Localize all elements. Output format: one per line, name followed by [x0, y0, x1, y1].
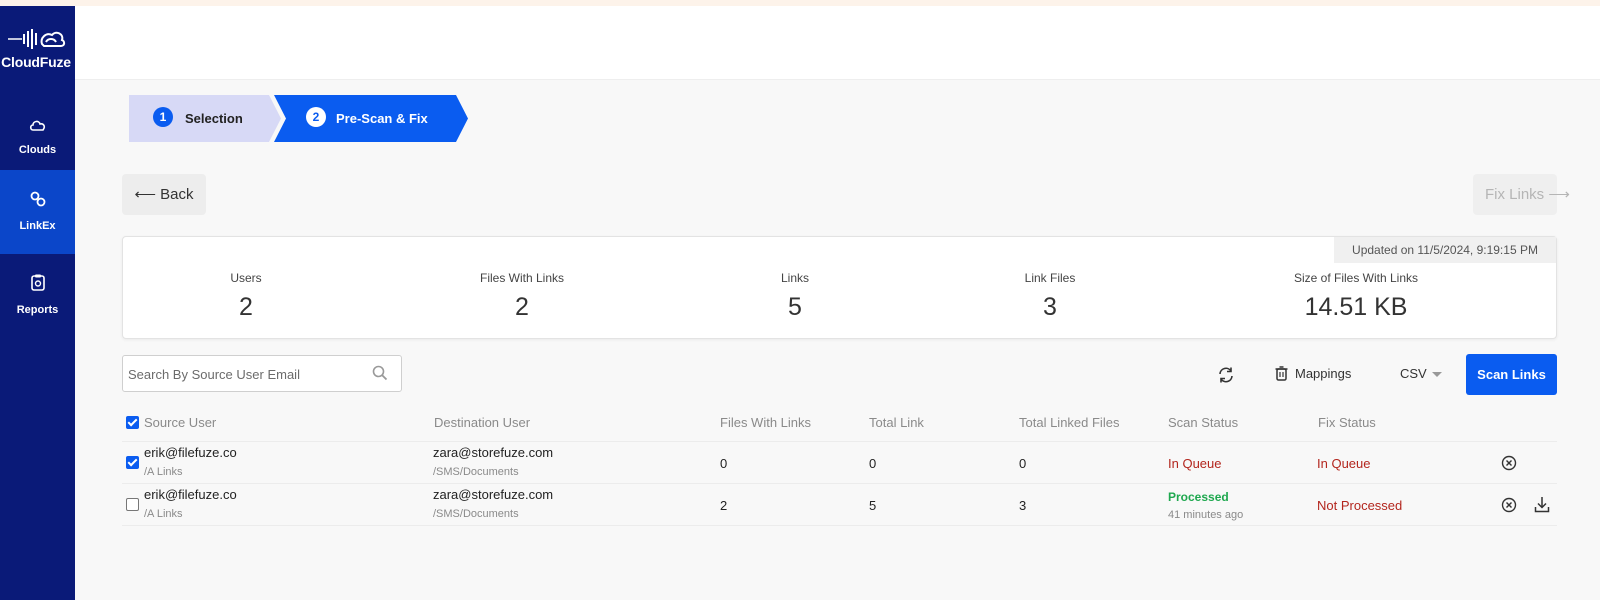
- files-with-links-value: 0: [720, 456, 728, 471]
- total-linked-files-value: 3: [1019, 498, 1027, 513]
- column-header-source-user[interactable]: Source User: [144, 415, 216, 430]
- destination-path: /SMS/Documents: [433, 466, 519, 478]
- search-input[interactable]: [128, 364, 363, 384]
- total-link-value: 5: [869, 498, 877, 513]
- column-header-total-linked-files[interactable]: Total Linked Files: [1019, 415, 1119, 430]
- stat-value: 14.51 KB: [1304, 293, 1408, 321]
- scan-timestamp: 41 minutes ago: [1168, 509, 1244, 521]
- summary-stats-card: Updated on 11/5/2024, 9:19:15 PM Users 2…: [122, 236, 1557, 339]
- link-icon: [0, 190, 75, 213]
- step-number: 1: [153, 107, 173, 127]
- stat-label: Users: [230, 271, 262, 285]
- sidebar-item-label: LinkEx: [19, 220, 56, 232]
- sidebar-item-label: Reports: [16, 304, 59, 316]
- back-button[interactable]: ⟵ Back: [122, 174, 206, 215]
- search-icon[interactable]: [372, 365, 388, 386]
- step-label: Pre-Scan & Fix: [336, 111, 428, 126]
- sidebar-item-clouds[interactable]: Clouds: [0, 94, 75, 178]
- stat-label: Size of Files With Links: [1293, 271, 1419, 285]
- stat-value: 3: [1043, 293, 1057, 321]
- destination-user-email: zara@storefuze.com: [433, 487, 554, 502]
- stat-links: Links 5: [695, 271, 895, 322]
- export-format-select[interactable]: CSV: [1400, 364, 1442, 384]
- column-header-destination-user[interactable]: Destination User: [434, 415, 530, 430]
- divider: [122, 525, 1557, 526]
- download-icon[interactable]: [1534, 496, 1550, 518]
- divider: [122, 483, 1557, 484]
- stat-size-files-with-links: Size of Files With Links 14.51 KB: [1256, 271, 1456, 322]
- column-header-total-link[interactable]: Total Link: [869, 415, 924, 430]
- stat-label: Link Files: [1024, 271, 1076, 285]
- sidebar-item-reports[interactable]: Reports: [0, 254, 75, 338]
- caret-down-icon: [1431, 372, 1442, 378]
- stat-users: Users 2: [146, 271, 346, 322]
- destination-path: /SMS/Documents: [433, 508, 519, 520]
- scan-status-badge: In Queue: [1168, 456, 1222, 471]
- stat-label: Files With Links: [479, 271, 565, 285]
- fix-links-button[interactable]: Fix Links ⟶: [1473, 174, 1570, 215]
- stat-value: 5: [788, 293, 802, 321]
- destination-user-email: zara@storefuze.com: [433, 445, 554, 460]
- mappings-label: Mappings: [1295, 366, 1352, 381]
- sidebar-item-label: Clouds: [18, 144, 57, 156]
- step-label: Selection: [185, 111, 243, 126]
- sidebar: CloudFuze Clouds LinkEx Reports: [0, 6, 75, 600]
- total-linked-files-value: 0: [1019, 456, 1027, 471]
- source-path: /A Links: [144, 466, 183, 478]
- total-link-value: 0: [869, 456, 877, 471]
- fix-status-badge: Not Processed: [1317, 498, 1403, 513]
- sidebar-item-linkex[interactable]: LinkEx: [0, 170, 75, 254]
- step-prescan-fix[interactable]: 2 Pre-Scan & Fix: [274, 95, 468, 142]
- column-header-files-with-links[interactable]: Files With Links: [720, 415, 811, 430]
- clipboard-icon: [0, 274, 75, 296]
- column-header-fix-status[interactable]: Fix Status: [1318, 415, 1376, 430]
- files-with-links-value: 2: [720, 498, 728, 513]
- trash-icon: [1275, 366, 1288, 381]
- scan-status-badge: Processed: [1168, 490, 1229, 504]
- search-box: [122, 355, 402, 392]
- row-checkbox[interactable]: [126, 456, 139, 469]
- source-path: /A Links: [144, 508, 183, 520]
- scan-links-button[interactable]: Scan Links: [1466, 354, 1557, 395]
- step-number: 2: [306, 107, 326, 127]
- select-all-checkbox[interactable]: [126, 416, 139, 429]
- stat-link-files: Link Files 3: [950, 271, 1150, 322]
- step-selection[interactable]: 1 Selection: [129, 95, 281, 142]
- stat-value: 2: [239, 293, 253, 321]
- brand-name: CloudFuze: [1, 54, 71, 70]
- cancel-circle-icon[interactable]: [1501, 455, 1517, 476]
- cancel-circle-icon[interactable]: [1501, 497, 1517, 518]
- fix-status-badge: In Queue: [1317, 456, 1371, 471]
- cloud-icon: [0, 118, 75, 137]
- source-user-email: erik@filefuze.co: [144, 487, 237, 502]
- divider: [122, 441, 1557, 442]
- column-header-scan-status[interactable]: Scan Status: [1168, 415, 1238, 430]
- format-label: CSV: [1400, 366, 1427, 381]
- updated-timestamp: Updated on 11/5/2024, 9:19:15 PM: [1334, 237, 1556, 263]
- stat-value: 2: [515, 293, 529, 321]
- stat-label: Links: [780, 271, 809, 285]
- cloudfuze-logo-icon: [8, 29, 66, 49]
- source-user-email: erik@filefuze.co: [144, 445, 237, 460]
- stat-files-with-links: Files With Links 2: [422, 271, 622, 322]
- main-content: 1 Selection 2 Pre-Scan & Fix ⟵ Back Fix …: [75, 80, 1600, 600]
- top-header: S: [75, 6, 1600, 80]
- refresh-icon[interactable]: [1217, 366, 1235, 389]
- row-checkbox[interactable]: [126, 498, 139, 511]
- brand-logo[interactable]: CloudFuze: [0, 6, 75, 76]
